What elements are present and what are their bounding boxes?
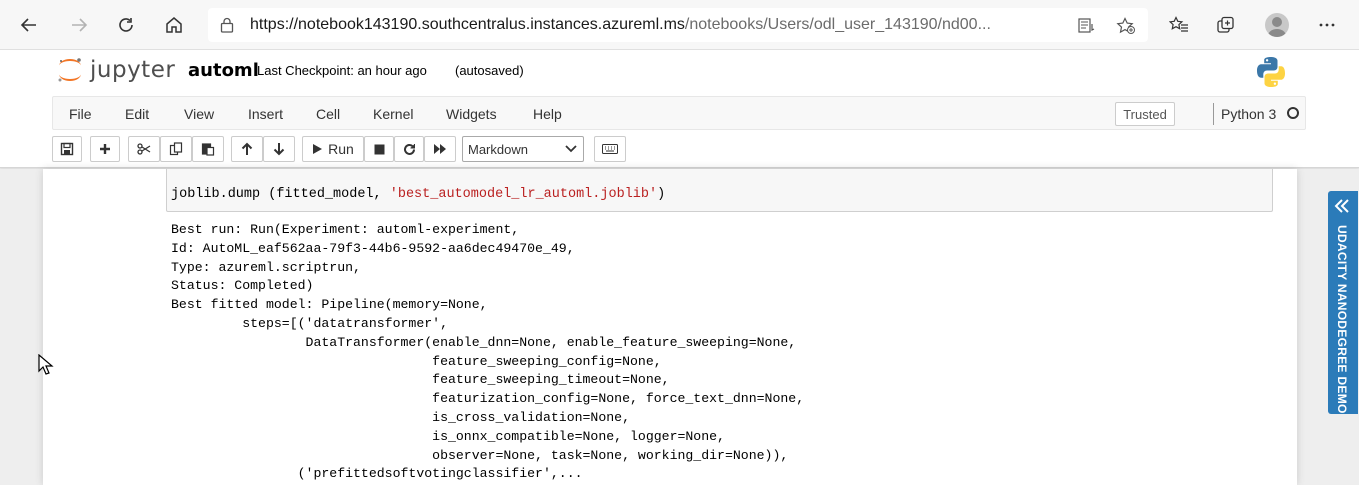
run-button[interactable]: Run [302,136,364,162]
keyboard-icon [602,144,618,154]
output-line: is_cross_validation=None, [171,409,630,425]
kernel-idle-indicator [1287,107,1299,119]
interrupt-button[interactable] [364,136,394,162]
code-close: ) [657,187,666,202]
paste-button[interactable] [192,136,224,162]
arrow-up-icon [241,142,253,155]
jupyter-header: jupyter automl Last Checkpoint: an hour … [0,50,1359,168]
jupyter-logo-text: jupyter [90,57,176,83]
menu-view[interactable]: View [184,106,214,122]
menu-insert[interactable]: Insert [248,106,283,122]
cell-output: Best run: Run(Experiment: automl-experim… [171,221,804,484]
home-button[interactable] [157,8,191,42]
run-label: Run [328,141,354,157]
move-down-button[interactable] [263,136,295,162]
output-line: observer=None, task=None, working_dir=No… [171,447,789,463]
cut-button[interactable] [128,136,160,162]
reader-mode-icon[interactable] [1076,15,1098,37]
home-icon [166,17,182,33]
back-button[interactable] [12,8,46,42]
notebook-menubar: File Edit View Insert Cell Kernel Widget… [52,96,1306,130]
output-line: Best run: Run(Experiment: automl-experim… [171,222,520,237]
autosave-status: (autosaved) [455,63,524,78]
menu-widgets[interactable]: Widgets [446,106,497,122]
kernel-separator [1213,103,1214,125]
add-favorite-icon[interactable] [1115,15,1137,37]
menu-edit[interactable]: Edit [125,106,149,122]
notebook-name[interactable]: automl [188,60,259,81]
udacity-side-panel-tab[interactable]: UDACITY NANODEGREE DEMO [1328,191,1358,414]
menu-kernel[interactable]: Kernel [373,106,413,122]
checkpoint-status: Last Checkpoint: an hour ago [257,63,427,78]
profile-button[interactable] [1260,8,1294,42]
side-panel-label: UDACITY NANODEGREE DEMO [1335,225,1349,414]
output-line: Type: azureml.scriptrun, [171,259,361,275]
restart-icon [403,143,415,155]
more-menu-icon[interactable] [1310,8,1344,42]
cell-type-value: Markdown [468,141,528,157]
play-icon [313,144,323,154]
output-line: feature_sweeping_config=None, [171,353,662,369]
output-line: featurization_config=None, force_text_dn… [171,391,805,407]
mouse-cursor-icon [38,354,54,375]
arrow-down-icon [273,143,285,156]
trusted-indicator[interactable]: Trusted [1115,102,1175,126]
save-button[interactable] [52,136,82,162]
refresh-button[interactable] [109,8,143,42]
fast-forward-icon [434,144,446,154]
cell-type-select[interactable]: Markdown [462,136,584,162]
output-line: Best fitted model: Pipeline(memory=None, [171,297,488,313]
browser-toolbar: https://notebook143190.southcentralus.in… [0,0,1359,50]
plus-icon [100,144,110,154]
url-text: https://notebook143190.southcentralus.in… [250,16,1050,34]
forward-arrow-icon [72,18,88,32]
output-line: ('prefittedsoftvotingclassifier',... [171,466,583,482]
copy-button[interactable] [160,136,192,162]
refresh-icon [119,18,133,32]
forward-button[interactable] [62,8,96,42]
code-line: joblib.dump (fitted_model, 'best_automod… [171,187,665,202]
paste-icon [201,143,215,156]
save-icon [60,142,74,156]
restart-button[interactable] [394,136,424,162]
url-path: /notebooks/Users/odl_user_143190/nd00... [684,16,991,33]
menu-help[interactable]: Help [533,106,562,122]
lock-icon [220,17,236,33]
jupyter-logo-icon [58,58,81,82]
python-logo-icon [1257,57,1285,87]
copy-icon [169,142,183,156]
stop-icon [374,144,384,154]
output-line: DataTransformer(enable_dnn=None, enable_… [171,334,797,350]
menu-cell[interactable]: Cell [316,106,340,122]
output-line: feature_sweeping_timeout=None, [171,372,670,388]
kernel-name[interactable]: Python 3 [1221,106,1276,122]
back-arrow-icon [20,18,36,32]
output-line: steps=[('datatransformer', [171,315,448,331]
output-line: is_onnx_compatible=None, logger=None, [171,428,725,444]
move-up-button[interactable] [231,136,263,162]
output-line: Status: Completed) [171,278,314,294]
restart-run-all-button[interactable] [424,136,456,162]
chevron-left-icon [1334,199,1350,218]
favorites-icon[interactable] [1162,8,1196,42]
scissors-icon [137,143,151,155]
address-bar[interactable]: https://notebook143190.southcentralus.in… [208,8,1148,42]
code-cell-input[interactable]: joblib.dump (fitted_model, 'best_automod… [166,169,1273,212]
code-string: 'best_automodel_lr_automl.joblib' [389,187,658,202]
code-call: joblib.dump (fitted_model, [171,187,390,202]
jupyter-logo[interactable]: jupyter [56,56,175,84]
avatar [1265,13,1289,37]
menu-file[interactable]: File [69,106,92,122]
url-main: https://notebook143190.southcentralus.in… [250,16,685,33]
command-palette-button[interactable] [594,136,626,162]
insert-cell-button[interactable] [90,136,120,162]
output-line: Id: AutoML_eaf562aa-79f3-44b6-9592-aa6de… [171,240,575,256]
collections-icon[interactable] [1209,8,1243,42]
chevron-down-icon [565,145,577,153]
